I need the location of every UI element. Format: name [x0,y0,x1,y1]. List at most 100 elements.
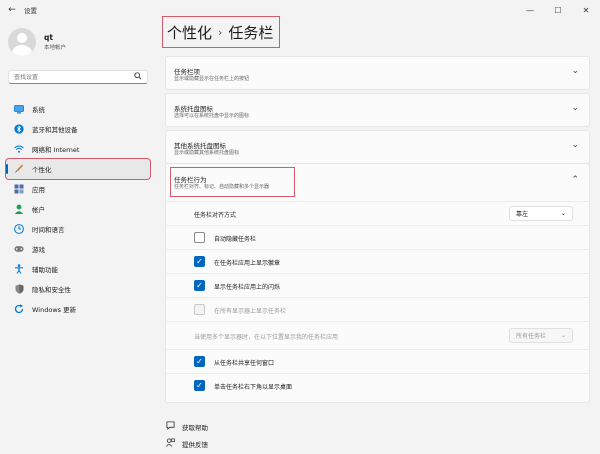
card-other-tray-icons[interactable]: 其他系统托盘图标 显示或隐藏其他系统托盘图标 ⌄ [165,130,590,164]
sidebar-item-label: 游戏 [32,246,45,254]
auto-hide-row[interactable]: 自动隐藏任务栏 [166,226,589,250]
flashing-row[interactable]: ✓ 显示任务栏应用上的闪烁 [166,274,589,298]
main-content: 个性化 › 任务栏 任务栏项 显示或隐藏显示在任务栏上的按钮 ⌄ 系统托盘图标 … [158,16,600,454]
account-type: 本地帐户 [44,45,67,51]
auto-hide-checkbox[interactable] [194,232,205,243]
search-icon[interactable] [134,72,142,82]
window-controls: — ☐ ✕ [516,0,600,20]
chevron-up-icon[interactable]: ⌃ [571,175,579,185]
breadcrumb-separator: › [218,25,223,39]
get-help-label: 获取帮助 [182,423,208,432]
multi-display-row: 当使用多个显示器时，在以下位置显示我的任务栏应用 所有任务栏 ⌄ [166,322,589,350]
sidebar-item-label: 网络和 Internet [32,146,80,154]
get-help-link[interactable]: 获取帮助 [166,418,208,435]
sidebar-item-accounts[interactable]: 帐户 [6,199,150,219]
shield-icon [14,284,24,294]
globe-clock-icon [14,224,24,234]
show-desktop-row[interactable]: ✓ 单击任务栏右下角以显示桌面 [166,374,589,398]
card-description: 选择可以在系统托盘中显示的图标 [174,113,250,119]
card-description: 显示或隐藏其他系统托盘图标 [174,150,240,156]
sidebar: qt 本地帐户 系统 蓝牙和其他设备 网络和 Internet [0,20,158,454]
expander-header[interactable]: 任务栏行为 任务栏对齐、标记、自动隐藏和多个显示器 ⌃ [166,164,589,200]
sidebar-item-label: 系统 [32,106,45,114]
sidebar-item-windows-update[interactable]: Windows 更新 [6,299,150,319]
sidebar-item-system[interactable]: 系统 [6,99,150,119]
card-description: 显示或隐藏显示在任务栏上的按钮 [174,76,250,82]
sidebar-item-apps[interactable]: 应用 [6,179,150,199]
chevron-down-icon[interactable]: ⌄ [571,66,579,76]
alignment-dropdown[interactable]: 靠左 ⌄ [509,206,573,221]
sidebar-item-label: 隐私和安全性 [32,286,71,294]
checkbox-label: 在所有显示器上显示任务栏 [214,308,287,315]
sidebar-item-bluetooth[interactable]: 蓝牙和其他设备 [6,119,150,139]
card-taskbar-behaviors: 任务栏行为 任务栏对齐、标记、自动隐藏和多个显示器 ⌃ 任务栏对齐方式 靠左 ⌄… [165,163,590,403]
minimize-icon[interactable]: — [516,0,544,20]
chevron-down-icon[interactable]: ⌄ [571,140,579,150]
app-title: 设置 [24,7,37,15]
multi-display-dropdown: 所有任务栏 ⌄ [509,328,573,343]
profile[interactable]: qt 本地帐户 [8,28,66,56]
breadcrumb: 个性化 › 任务栏 [162,16,280,48]
sidebar-item-label: 时间和语言 [32,226,65,234]
sidebar-item-label: 蓝牙和其他设备 [32,126,78,134]
alignment-value: 靠左 [516,211,529,218]
sidebar-item-label: Windows 更新 [32,306,77,314]
show-desktop-checkbox[interactable]: ✓ [194,380,205,391]
accessibility-icon [14,264,24,274]
gamepad-icon [14,244,24,254]
monitor-icon [14,104,24,114]
chevron-down-icon[interactable]: ⌄ [571,103,579,113]
checkbox-label: 自动隐藏任务栏 [214,236,257,243]
maximize-icon[interactable]: ☐ [544,0,572,20]
badges-checkbox[interactable]: ✓ [194,256,205,267]
wifi-icon [14,144,24,154]
checkbox-label: 在任务栏应用上显示徽章 [214,260,281,267]
sidebar-item-network[interactable]: 网络和 Internet [6,139,150,159]
search-input[interactable] [14,73,134,81]
sidebar-item-personalization[interactable]: 个性化 [5,158,151,180]
chevron-down-icon: ⌄ [560,210,566,217]
search-box[interactable] [8,70,148,84]
card-system-tray-icons[interactable]: 系统托盘图标 选择可以在系统托盘中显示的图标 ⌄ [165,93,590,127]
card-taskbar-items[interactable]: 任务栏项 显示或隐藏显示在任务栏上的按钮 ⌄ [165,56,590,90]
sidebar-item-privacy[interactable]: 隐私和安全性 [6,279,150,299]
checkbox-label: 单击任务栏右下角以显示桌面 [214,384,293,391]
breadcrumb-parent[interactable]: 个性化 [167,22,212,43]
multi-display-label: 当使用多个显示器时，在以下位置显示我的任务栏应用 [194,334,339,341]
checkbox-label: 从任务栏共享任何窗口 [214,360,275,367]
page-title: 任务栏 [228,23,274,42]
sidebar-item-label: 帐户 [32,206,45,214]
card-description: 任务栏对齐、标记、自动隐藏和多个显示器 [174,184,270,190]
badges-row[interactable]: ✓ 在任务栏应用上显示徽章 [166,250,589,274]
feedback-label: 提供反馈 [182,440,208,449]
alignment-row: 任务栏对齐方式 靠左 ⌄ [166,202,589,226]
nav-list: 系统 蓝牙和其他设备 网络和 Internet 个性化 应用 帐户 时间和语言 … [5,99,151,319]
share-window-row[interactable]: ✓ 从任务栏共享任何窗口 [166,350,589,374]
person-icon [14,204,24,214]
sidebar-item-label: 应用 [32,186,45,194]
close-icon[interactable]: ✕ [572,0,600,20]
back-arrow-icon[interactable]: ← [0,5,24,15]
sidebar-item-gaming[interactable]: 游戏 [6,239,150,259]
apps-icon [14,184,24,194]
share-window-checkbox[interactable]: ✓ [194,356,205,367]
sidebar-item-accessibility[interactable]: 辅助功能 [6,259,150,279]
sidebar-item-label: 辅助功能 [32,266,58,274]
user-name: qt [44,33,53,42]
brush-icon [14,164,24,174]
alignment-label: 任务栏对齐方式 [194,212,237,219]
flashing-checkbox[interactable]: ✓ [194,280,205,291]
footer-links: 获取帮助 提供反馈 [166,418,208,452]
chevron-down-icon: ⌄ [560,332,566,339]
help-icon [166,421,176,432]
feedback-icon [166,438,176,449]
sidebar-item-time-language[interactable]: 时间和语言 [6,219,150,239]
sidebar-item-label: 个性化 [32,166,52,174]
multi-display-value: 所有任务栏 [516,333,547,340]
all-displays-row: 在所有显示器上显示任务栏 [166,298,589,322]
update-icon [14,304,24,314]
title-bar: ← 设置 — ☐ ✕ [0,0,600,20]
checkbox-label: 显示任务栏应用上的闪烁 [214,284,281,291]
feedback-link[interactable]: 提供反馈 [166,435,208,452]
bluetooth-icon [14,124,24,134]
